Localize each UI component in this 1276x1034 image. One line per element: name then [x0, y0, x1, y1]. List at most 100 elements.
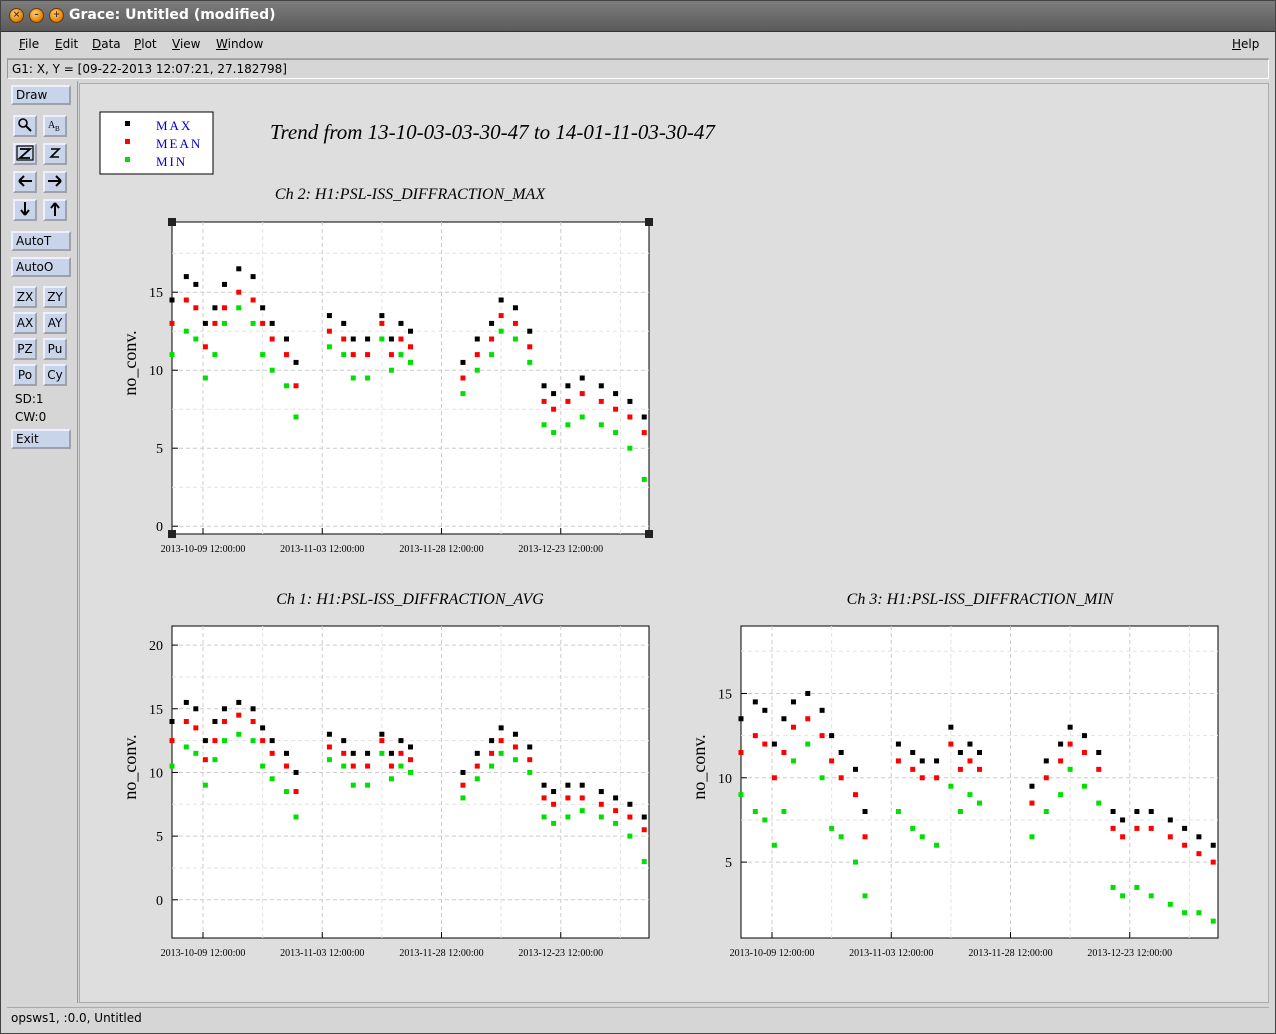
data-point	[398, 750, 404, 756]
data-point	[236, 305, 242, 311]
autoscale-y-button[interactable]: AY	[43, 312, 67, 334]
minimize-window-icon[interactable]: –	[29, 8, 44, 23]
data-point	[910, 766, 916, 772]
data-point	[269, 336, 275, 342]
data-point	[752, 699, 758, 705]
data-point	[1148, 825, 1154, 831]
data-point	[269, 367, 275, 373]
arrow-left-icon[interactable]	[13, 171, 37, 193]
zoom-x-button[interactable]: ZX	[13, 286, 37, 308]
plot-canvas[interactable]: MAX MEAN MIN Trend from 13-10-03-03-30-4…	[79, 83, 1269, 1003]
zoom-icon[interactable]	[13, 115, 37, 137]
menu-view[interactable]: View	[172, 37, 200, 51]
data-point	[193, 281, 199, 287]
data-point	[910, 749, 916, 755]
data-point	[852, 792, 858, 798]
data-point	[527, 359, 533, 365]
zoom-y-button[interactable]: ZY	[43, 286, 67, 308]
data-point	[852, 859, 858, 865]
exit-button[interactable]: Exit	[11, 429, 71, 449]
data-point	[641, 827, 647, 833]
x-tick-label: 2013-11-03 12:00:00	[280, 544, 364, 555]
data-point	[579, 808, 585, 814]
data-point	[977, 766, 982, 772]
legend-box: MAX MEAN MIN	[99, 111, 214, 175]
data-point	[250, 738, 256, 744]
pop-button[interactable]: Po	[13, 364, 37, 386]
chart-1: 0 5 10 15 2013-10-09 12:00:00 2013-11-03 12:0…	[120, 186, 653, 555]
data-point	[1182, 842, 1188, 848]
data-point	[379, 750, 385, 756]
data-point	[541, 795, 547, 801]
x-tick-label: 2013-11-28 12:00:00	[968, 948, 1052, 959]
data-point	[977, 800, 982, 806]
data-point	[350, 763, 356, 769]
data-point	[551, 820, 557, 826]
data-point	[565, 795, 571, 801]
autotick-button[interactable]: AutoT	[11, 231, 71, 251]
data-point	[805, 741, 811, 747]
data-point	[579, 375, 585, 381]
plot-area	[740, 625, 1219, 939]
tool-panel: Draw AB AutoT AutoO ZX ZY AX AY PZ Pu Po…	[7, 81, 78, 1003]
chart-2: 0 5 10 15 20 2013-10-09 12:00:00 2013-11-03 12…	[120, 591, 650, 959]
data-point	[341, 738, 347, 744]
close-window-icon[interactable]: ×	[9, 8, 24, 23]
data-point	[202, 738, 208, 744]
data-point	[202, 344, 208, 350]
data-point	[565, 383, 571, 389]
menu-help[interactable]: Help	[1232, 37, 1259, 51]
data-point	[829, 733, 835, 739]
menu-plot[interactable]: Plot	[134, 37, 157, 51]
data-point	[379, 313, 385, 319]
data-point	[388, 336, 394, 342]
zoom-out-icon[interactable]	[43, 143, 67, 165]
selection-handle	[645, 530, 653, 538]
data-point	[169, 297, 175, 303]
autoscale-on-button[interactable]: AutoO	[11, 257, 71, 277]
menu-file[interactable]: File	[19, 37, 39, 51]
data-point	[752, 733, 758, 739]
autoscale-x-button[interactable]: AX	[13, 312, 37, 334]
pop-zoom-button[interactable]: Pu	[43, 338, 67, 360]
data-point	[512, 305, 518, 311]
data-point	[283, 763, 289, 769]
data-point	[193, 305, 199, 311]
data-point	[551, 789, 557, 795]
menu-edit[interactable]: Edit	[55, 37, 78, 51]
legend-marker-mean	[125, 139, 130, 144]
data-point	[579, 414, 585, 420]
arrow-down-icon[interactable]	[13, 199, 37, 221]
data-point	[365, 763, 371, 769]
arrow-up-icon[interactable]	[43, 199, 67, 221]
data-point	[527, 328, 533, 334]
data-point	[202, 320, 208, 326]
data-point	[805, 716, 811, 722]
data-point	[1210, 859, 1216, 865]
zoom-in-icon[interactable]	[13, 143, 37, 165]
data-point	[1134, 825, 1140, 831]
data-point	[762, 817, 768, 823]
data-point	[541, 383, 547, 389]
y-tick-label: 15	[149, 703, 163, 718]
data-point	[641, 430, 647, 436]
figure-svg: MAX MEAN MIN Trend from 13-10-03-03-30-4…	[99, 111, 1219, 959]
draw-button[interactable]: Draw	[11, 85, 71, 105]
push-zoom-button[interactable]: PZ	[13, 338, 37, 360]
x-tick-label: 2013-10-09 12:00:00	[161, 948, 246, 959]
data-point	[388, 367, 394, 373]
cycle-button[interactable]: Cy	[43, 364, 67, 386]
data-point	[613, 391, 619, 397]
data-point	[613, 808, 619, 814]
data-point	[489, 750, 495, 756]
arrow-right-icon[interactable]	[43, 171, 67, 193]
menu-window[interactable]: Window	[216, 37, 263, 51]
data-point	[1067, 766, 1073, 772]
maximize-window-icon[interactable]: +	[49, 8, 64, 23]
data-point	[498, 725, 504, 731]
data-point	[541, 398, 547, 404]
menu-data[interactable]: Data	[92, 37, 121, 51]
autoscale-icon[interactable]: AB	[43, 115, 67, 137]
data-point	[838, 749, 844, 755]
data-point	[527, 744, 533, 750]
